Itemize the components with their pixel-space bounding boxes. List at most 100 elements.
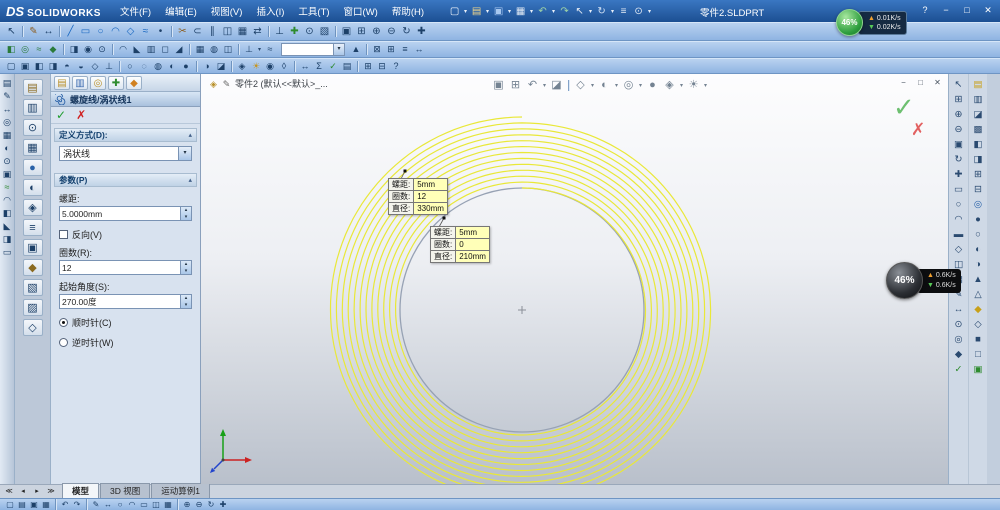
- points-visibility-icon[interactable]: ◐: [971, 243, 986, 257]
- toolbox-icon[interactable]: ◆: [22, 259, 43, 276]
- hidden-lines-removed-icon[interactable]: ◍: [151, 60, 165, 73]
- pattern-library-icon[interactable]: ▧: [22, 279, 43, 296]
- pan-icon[interactable]: ✚: [414, 24, 429, 39]
- reference-geometry-icon[interactable]: ⊥: [242, 43, 256, 56]
- select-icon[interactable]: ↖: [951, 78, 966, 92]
- hide-show-items-icon[interactable]: ▤: [971, 78, 986, 92]
- pattern-icon[interactable]: ▦: [162, 499, 174, 510]
- rib-icon[interactable]: ▥: [144, 43, 158, 56]
- minimize-button[interactable]: −: [940, 4, 952, 16]
- document-tab[interactable]: ◈ ✎ 零件2 (默认<<默认>_...: [207, 77, 328, 90]
- dropdown-caret-icon[interactable]: ▾: [646, 8, 653, 15]
- accept-icon[interactable]: ✓: [951, 363, 966, 377]
- extruded-cut-icon[interactable]: ◨: [67, 43, 81, 56]
- menu-view[interactable]: 视图(V): [204, 1, 250, 21]
- help-icon[interactable]: ?: [389, 60, 403, 73]
- tab-model[interactable]: 模型: [62, 483, 100, 498]
- move-entities-icon[interactable]: ⇄: [250, 24, 265, 39]
- sheet-metal-toolbar-icon[interactable]: ◧: [1, 207, 14, 219]
- file-explorer-icon[interactable]: ▥: [22, 99, 43, 116]
- property-manager-tab-icon[interactable]: ▥: [72, 76, 88, 90]
- dimension-icon[interactable]: ↔: [951, 303, 966, 317]
- circular-pattern-icon[interactable]: ◍: [207, 43, 221, 56]
- bottom-view-icon[interactable]: ◒: [74, 60, 88, 73]
- redo-icon[interactable]: ↷: [71, 499, 83, 510]
- tab-motion-study[interactable]: 运动算例1: [151, 483, 210, 498]
- left-view-icon[interactable]: ◧: [32, 60, 46, 73]
- edit-feature-icon[interactable]: ✎: [220, 78, 233, 90]
- right-view-icon[interactable]: ◨: [46, 60, 60, 73]
- viewport-canvas[interactable]: [201, 74, 948, 484]
- sketch-settings-icon[interactable]: ⊠: [370, 43, 384, 56]
- network-monitor-top[interactable]: 46% ▲ 0.01K/s ▼ 0.02K/s: [836, 9, 907, 36]
- close-button[interactable]: ✕: [982, 4, 994, 16]
- dimension-standard-icon[interactable]: ↔: [412, 43, 426, 56]
- rectangle-icon[interactable]: ▭: [138, 499, 150, 510]
- section-view-icon[interactable]: ◪: [548, 77, 565, 93]
- polygon-icon[interactable]: ◇: [123, 24, 138, 39]
- display-manager-tab-icon[interactable]: ◆: [126, 76, 142, 90]
- display-style-icon[interactable]: ◐: [596, 77, 613, 93]
- dropdown-caret-icon[interactable]: ▾: [541, 82, 548, 89]
- grid-snap-icon[interactable]: ⊞: [384, 43, 398, 56]
- zoom-area-icon[interactable]: ⊞: [354, 24, 369, 39]
- spiral-callout-outer[interactable]: 螺距: 5mm 圈数: 12 直径: 330mm: [387, 178, 448, 215]
- scene-icon[interactable]: ◪: [971, 108, 986, 122]
- hide-show-items-icon[interactable]: ◎: [620, 77, 637, 93]
- ok-button[interactable]: ✓: [56, 108, 66, 122]
- callout-value[interactable]: 210mm: [455, 250, 490, 263]
- split-window-icon[interactable]: ⊟: [375, 60, 389, 73]
- swept-boss-icon[interactable]: ≈: [32, 43, 46, 56]
- arc-icon[interactable]: ◠: [126, 499, 138, 510]
- convert-entities-icon[interactable]: ⊂: [190, 24, 205, 39]
- back-view-icon[interactable]: ▣: [18, 60, 32, 73]
- add-ins-icon[interactable]: ◇: [22, 319, 43, 336]
- standard-toolbar-icon[interactable]: ▣: [1, 168, 14, 180]
- hole-wizard-icon[interactable]: ⊙: [95, 43, 109, 56]
- units-icon[interactable]: ≡: [398, 43, 412, 56]
- style-combobox[interactable]: ▾: [281, 43, 345, 56]
- lofted-boss-icon[interactable]: ◆: [46, 43, 60, 56]
- extruded-boss-icon[interactable]: ◧: [4, 43, 18, 56]
- undo-icon[interactable]: ↶: [535, 4, 550, 19]
- zoom-out-icon[interactable]: ⊖: [951, 123, 966, 137]
- counterclockwise-radio-row[interactable]: 逆时针(W): [59, 336, 192, 349]
- zoom-area-icon[interactable]: ⊞: [507, 77, 524, 93]
- shaded-with-edges-icon[interactable]: ◐: [165, 60, 179, 73]
- line-icon[interactable]: ╱: [63, 24, 78, 39]
- appearance-icon[interactable]: ▥: [971, 93, 986, 107]
- doc-restore-button[interactable]: □: [915, 77, 926, 88]
- palette-icon[interactable]: ▦: [22, 139, 43, 156]
- revolve-icon[interactable]: ◎: [951, 333, 966, 347]
- dropdown-caret-icon[interactable]: ▾: [589, 82, 596, 89]
- chevron-down-icon[interactable]: ▾: [178, 147, 191, 160]
- tab-3d-views[interactable]: 3D 视图: [100, 483, 151, 498]
- open-document-icon[interactable]: ▤: [469, 4, 484, 19]
- dropdown-caret-icon[interactable]: ▾: [256, 46, 263, 53]
- evaluate-toolbar-icon[interactable]: ↔: [1, 103, 14, 115]
- display-relations-icon[interactable]: ⊥: [272, 24, 287, 39]
- pitch-spinner[interactable]: ▴ ▾: [181, 206, 192, 221]
- dropdown-caret-icon[interactable]: ▾: [678, 82, 685, 89]
- scroll-tabs-left-icon[interactable]: ◂: [17, 486, 29, 497]
- doc-close-button[interactable]: ✕: [932, 77, 943, 88]
- top-view-icon[interactable]: ◓: [60, 60, 74, 73]
- dropdown-caret-icon[interactable]: ▾: [613, 82, 620, 89]
- help-button[interactable]: ?: [919, 4, 931, 16]
- start-angle-input[interactable]: [59, 294, 181, 309]
- grid-visibility-icon[interactable]: ■: [971, 333, 986, 347]
- smart-dimension-icon[interactable]: ↔: [41, 24, 56, 39]
- zoom-out-icon[interactable]: ⊖: [193, 499, 205, 510]
- callout-value[interactable]: 5mm: [413, 178, 448, 191]
- measure-icon[interactable]: ↔: [298, 60, 312, 73]
- front-view-icon[interactable]: ▢: [4, 60, 18, 73]
- parameters-section-header[interactable]: 参数(P) ▴: [54, 173, 197, 187]
- decals-visibility-icon[interactable]: ◆: [971, 303, 986, 317]
- clockwise-radio-row[interactable]: 顺时针(C): [59, 316, 192, 329]
- weld-beads-icon[interactable]: △: [971, 288, 986, 302]
- define-method-dropdown[interactable]: 涡状线 ▾: [59, 146, 192, 161]
- shell-icon[interactable]: ◻: [158, 43, 172, 56]
- spline-icon[interactable]: ≈: [138, 24, 153, 39]
- shaded-icon[interactable]: ●: [179, 60, 193, 73]
- save-icon[interactable]: ▣: [491, 4, 506, 19]
